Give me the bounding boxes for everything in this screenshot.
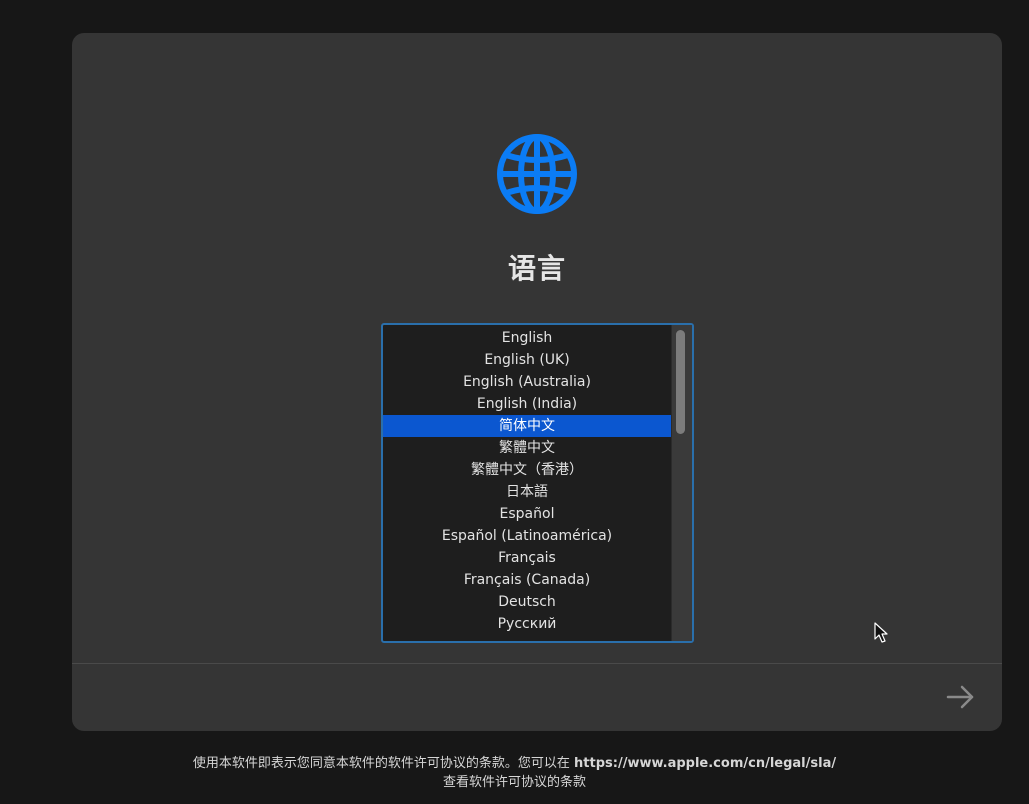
language-option[interactable]: 繁體中文（香港） [383,459,671,481]
language-option[interactable]: 日本語 [383,481,671,503]
license-text: 使用本软件即表示您同意本软件的软件许可协议的条款。您可以在 [192,756,575,771]
arrow-right-icon[interactable] [944,683,978,711]
globe-icon [497,134,577,214]
license-footer: 使用本软件即表示您同意本软件的软件许可协议的条款。您可以在 https://ww… [0,754,1029,792]
mouse-cursor-icon [874,622,888,643]
language-option[interactable]: English (India) [383,393,671,415]
language-option[interactable]: Français [383,547,671,569]
language-option[interactable]: Español (Latinoamérica) [383,525,671,547]
language-option[interactable]: Русский [383,613,671,635]
language-option[interactable]: English (Australia) [383,371,671,393]
license-text-line2: 查看软件许可协议的条款 [442,775,586,790]
language-option[interactable]: Español [383,503,671,525]
language-option[interactable]: English [383,327,671,349]
language-option[interactable]: English (UK) [383,349,671,371]
scrollbar-thumb[interactable] [676,330,685,434]
setup-panel: 语言 English English (UK) English (Australia… [72,33,1002,731]
scrollbar[interactable] [671,325,692,641]
license-link[interactable]: https://www.apple.com/cn/legal/sla/ [574,756,836,771]
language-listbox[interactable]: English English (UK) English (Australia) En… [381,323,694,643]
divider [72,663,1002,664]
language-list: English English (UK) English (Australia) En… [383,327,671,635]
language-option[interactable]: Français (Canada) [383,569,671,591]
language-option[interactable]: Deutsch [383,591,671,613]
language-option[interactable]: 简体中文 [383,415,671,437]
page-title: 语言 [507,252,566,285]
language-option[interactable]: 繁體中文 [383,437,671,459]
